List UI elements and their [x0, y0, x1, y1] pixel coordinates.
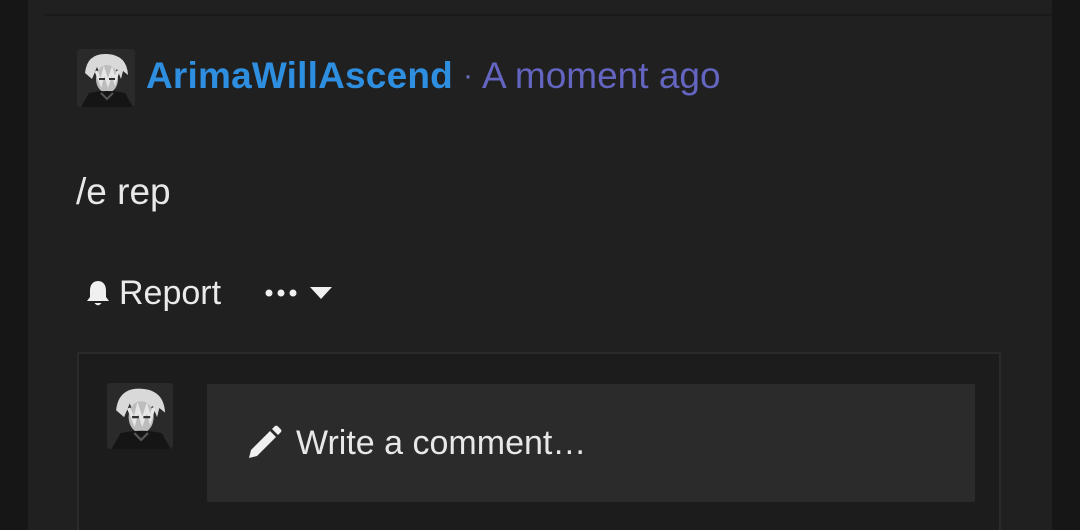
- pencil-icon: [249, 425, 282, 458]
- header-separator: ·: [462, 59, 473, 92]
- comment-section: Write a comment…: [77, 352, 1001, 530]
- post-actions: Report: [83, 270, 333, 316]
- caret-down-icon: [310, 287, 333, 299]
- post-timestamp[interactable]: A moment ago: [482, 55, 721, 97]
- avatar-image: [107, 383, 173, 449]
- more-options-button[interactable]: [265, 286, 333, 300]
- post-author-avatar[interactable]: [77, 49, 135, 107]
- comment-input[interactable]: Write a comment…: [207, 384, 975, 502]
- page: ArimaWillAscend · A moment ago /e rep Re…: [0, 0, 1080, 530]
- bell-icon: [87, 281, 109, 306]
- avatar-image: [77, 49, 135, 107]
- comment-placeholder: Write a comment…: [296, 423, 587, 462]
- divider: [44, 14, 1052, 16]
- post-header: ArimaWillAscend · A moment ago: [146, 52, 721, 100]
- report-button[interactable]: Report: [83, 274, 221, 313]
- post-card: ArimaWillAscend · A moment ago /e rep Re…: [28, 0, 1052, 530]
- ellipsis-icon: [265, 289, 297, 297]
- current-user-avatar[interactable]: [107, 383, 173, 449]
- post-body: /e rep: [76, 171, 171, 212]
- author-username[interactable]: ArimaWillAscend: [146, 55, 453, 97]
- report-label: Report: [119, 273, 222, 312]
